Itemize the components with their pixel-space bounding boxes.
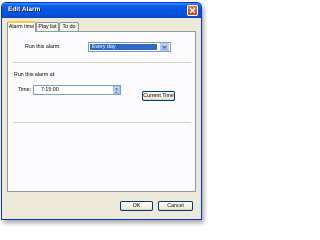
run-alarm-select[interactable]: Every day <box>88 42 171 52</box>
close-icon <box>189 7 196 14</box>
section-divider <box>13 62 191 64</box>
arrow-down-icon <box>115 91 118 94</box>
edit-alarm-dialog: Edit Alarm Alarm time Play list To do Ru… <box>1 2 202 220</box>
chevron-down-icon <box>162 45 167 49</box>
time-label: Time: <box>18 87 32 93</box>
ok-button-label: OK <box>132 203 141 209</box>
time-input[interactable]: 7:15:00 <box>33 85 121 95</box>
tab-label: Alarm time <box>8 24 35 30</box>
cancel-button[interactable]: Cancel <box>158 201 193 211</box>
tab-label: Play list <box>38 24 57 30</box>
time-value: 7:15:00 <box>41 87 59 93</box>
run-alarm-label: Run this alarm: <box>25 44 61 50</box>
section-divider-bottom <box>13 122 191 124</box>
current-time-button-label: Current Time <box>143 93 174 99</box>
window-title: Edit Alarm <box>8 6 41 13</box>
tab-label: To do <box>62 24 76 30</box>
run-alarm-selected-value: Every day <box>90 44 157 50</box>
cancel-button-label: Cancel <box>167 203 184 209</box>
spin-down-button[interactable] <box>113 90 120 94</box>
title-bar[interactable]: Edit Alarm <box>2 3 201 18</box>
tab-alarm-time[interactable]: Alarm time <box>7 21 36 32</box>
tab-play-list[interactable]: Play list <box>36 22 59 31</box>
tab-to-do[interactable]: To do <box>59 22 79 31</box>
current-time-button[interactable]: Current Time <box>142 91 175 101</box>
dropdown-button[interactable] <box>160 43 169 51</box>
run-at-label: Run this alarm at: <box>14 72 56 78</box>
ok-button[interactable]: OK <box>120 201 153 211</box>
alarm-time-panel: Run this alarm: Every day Run this alarm… <box>7 31 196 192</box>
time-spinner <box>113 86 120 94</box>
close-button[interactable] <box>187 5 198 16</box>
